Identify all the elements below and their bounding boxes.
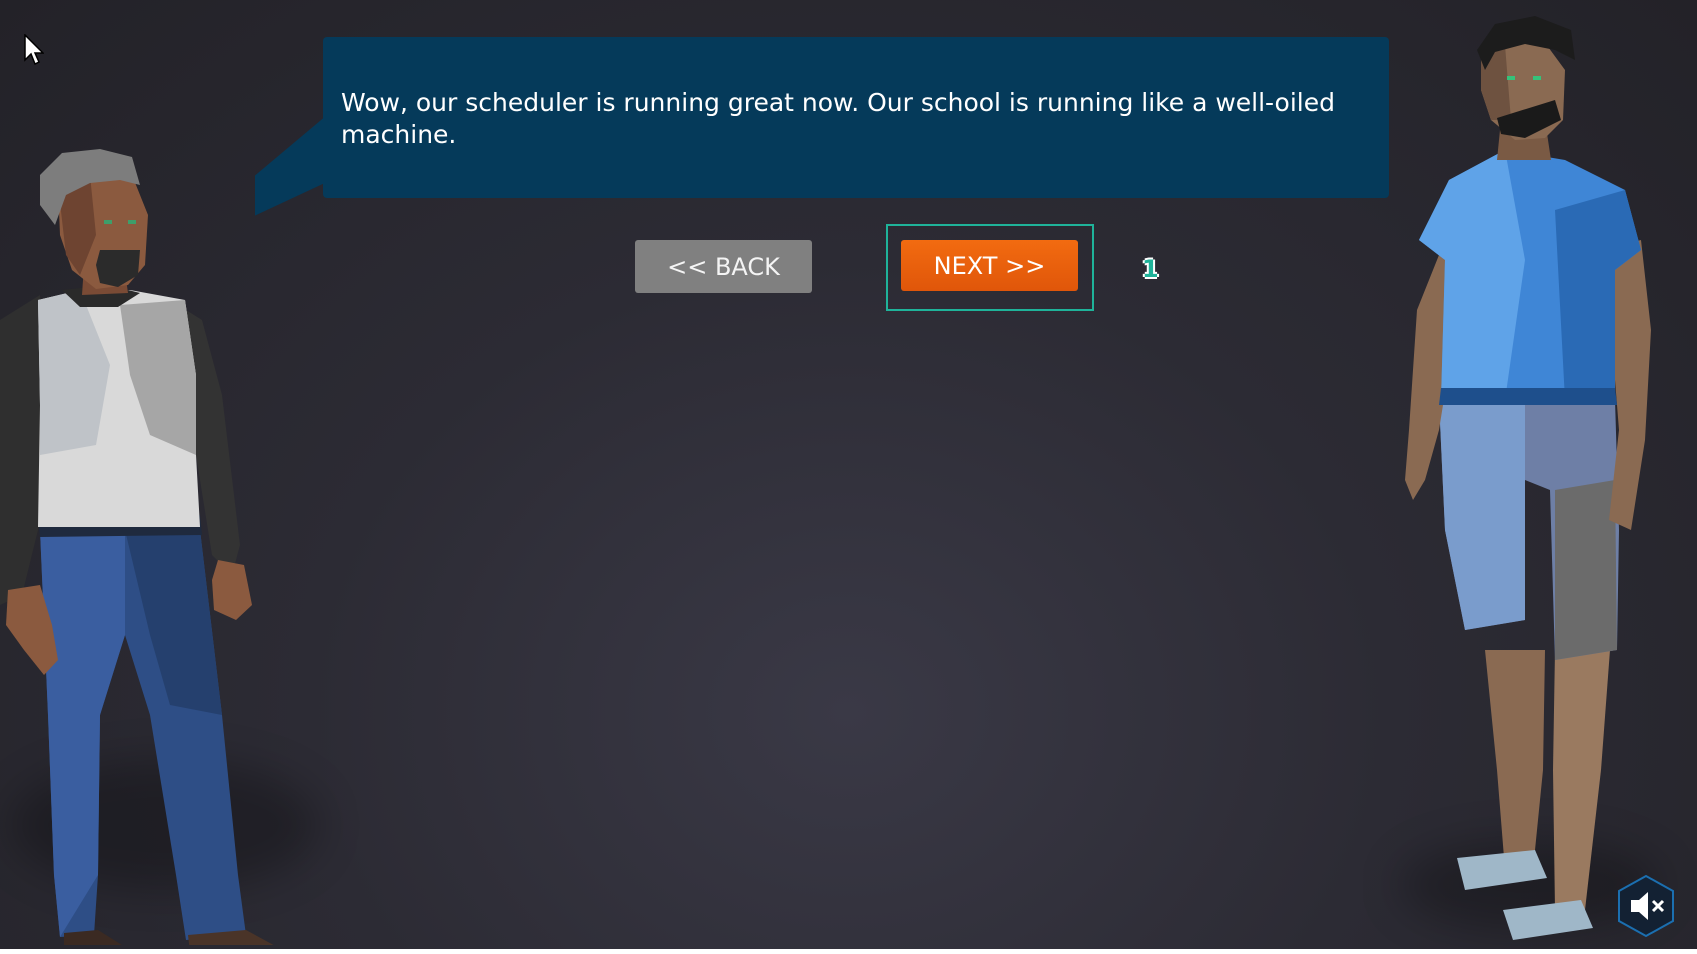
right-character: [1405, 16, 1651, 940]
mouse-pointer-icon: [24, 34, 44, 66]
next-button[interactable]: NEXT >>: [901, 240, 1078, 291]
back-button[interactable]: << BACK: [635, 240, 812, 293]
game-scene: Wow, our scheduler is running great now.…: [0, 0, 1697, 949]
speech-bubble: Wow, our scheduler is running great now.…: [323, 37, 1389, 198]
step-indicator: 1: [1142, 255, 1159, 283]
speaker-muted-icon[interactable]: [1617, 874, 1675, 938]
dialog-text: Wow, our scheduler is running great now.…: [341, 88, 1335, 149]
